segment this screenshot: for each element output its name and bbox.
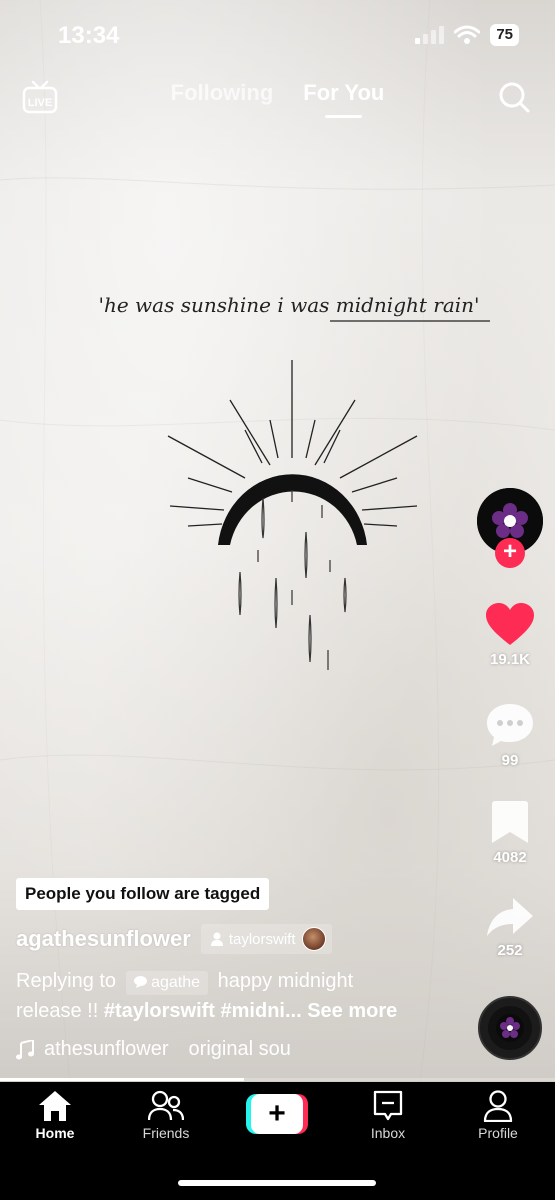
tab-following[interactable]: Following	[171, 80, 274, 106]
video-progress-fill	[0, 1078, 245, 1081]
comment-small-icon	[133, 976, 147, 988]
caption-line-1: happy midnight	[217, 970, 354, 992]
home-icon	[39, 1091, 71, 1121]
tab-for-you[interactable]: For You	[303, 80, 384, 118]
tagged-user-chip[interactable]: taylorswift	[200, 924, 332, 954]
home-indicator	[178, 1180, 376, 1186]
tab-profile[interactable]: Profile	[453, 1090, 543, 1141]
status-time: 13:34	[58, 22, 120, 49]
tagged-user-label: taylorswift	[228, 930, 296, 948]
reply-user: agathe	[151, 974, 201, 991]
like-count: 19.1K	[489, 651, 531, 668]
share-count: 252	[497, 942, 523, 959]
bookmark-icon[interactable]	[492, 801, 528, 845]
status-bar: 13:34 75	[0, 0, 555, 70]
feed-tabs: Following For You	[0, 80, 555, 118]
comment-group: 99	[475, 702, 545, 769]
wifi-icon	[454, 25, 481, 44]
tab-friends[interactable]: Friends	[121, 1090, 211, 1141]
reply-prefix: Replying to	[16, 970, 117, 992]
friends-icon	[148, 1090, 184, 1121]
share-icon[interactable]	[487, 898, 533, 938]
tab-inbox[interactable]: Inbox	[343, 1090, 433, 1141]
moon-artwork: 'he was sunshine i was midnight rain'	[98, 293, 490, 670]
inbox-icon	[373, 1090, 403, 1121]
save-count: 4082	[493, 849, 527, 866]
search-icon[interactable]	[497, 80, 531, 114]
reply-user-chip[interactable]: agathe	[125, 971, 209, 995]
create-button[interactable]: +	[246, 1094, 308, 1134]
signal-icon	[415, 26, 445, 44]
music-row[interactable]: athesunflower original sou	[16, 1038, 306, 1061]
tab-home[interactable]: Home	[10, 1090, 100, 1141]
tagged-user-avatar	[301, 927, 326, 951]
music-disc-group	[475, 996, 545, 1060]
profile-icon	[483, 1090, 513, 1122]
see-more-link[interactable]: See more	[307, 1000, 397, 1022]
follow-plus-button[interactable]: +	[495, 538, 525, 568]
plus-icon: +	[251, 1094, 303, 1134]
artwork-quote: 'he was sunshine i was midnight rain'	[98, 293, 479, 317]
caption-hashtags[interactable]: #taylorswift #midni...	[104, 1000, 302, 1022]
comment-icon[interactable]	[486, 702, 534, 748]
top-nav: LIVE Following For You	[0, 70, 555, 130]
share-group: 252	[475, 898, 545, 959]
caption-text: Replying to agathe happy midnight releas…	[16, 966, 456, 1026]
music-author: athesunflower	[44, 1038, 169, 1060]
caption-area: People you follow are tagged agathesunfl…	[16, 878, 456, 1061]
comment-count: 99	[501, 752, 519, 769]
creator-avatar-group: +	[475, 488, 545, 568]
battery-indicator: 75	[490, 24, 519, 46]
music-disc-icon[interactable]	[478, 996, 542, 1060]
tagged-notice[interactable]: People you follow are tagged	[16, 878, 270, 910]
video-progress-bar[interactable]	[0, 1078, 555, 1081]
heart-icon[interactable]	[486, 603, 534, 647]
person-icon	[210, 932, 223, 946]
music-note-icon	[16, 1039, 34, 1059]
music-title: original sou	[188, 1038, 291, 1060]
save-group: 4082	[475, 801, 545, 866]
creator-username[interactable]: agathesunflower	[16, 926, 191, 952]
caption-line-2: release !!	[16, 1000, 99, 1022]
creator-avatar[interactable]: +	[477, 488, 543, 568]
like-group: 19.1K	[475, 603, 545, 668]
